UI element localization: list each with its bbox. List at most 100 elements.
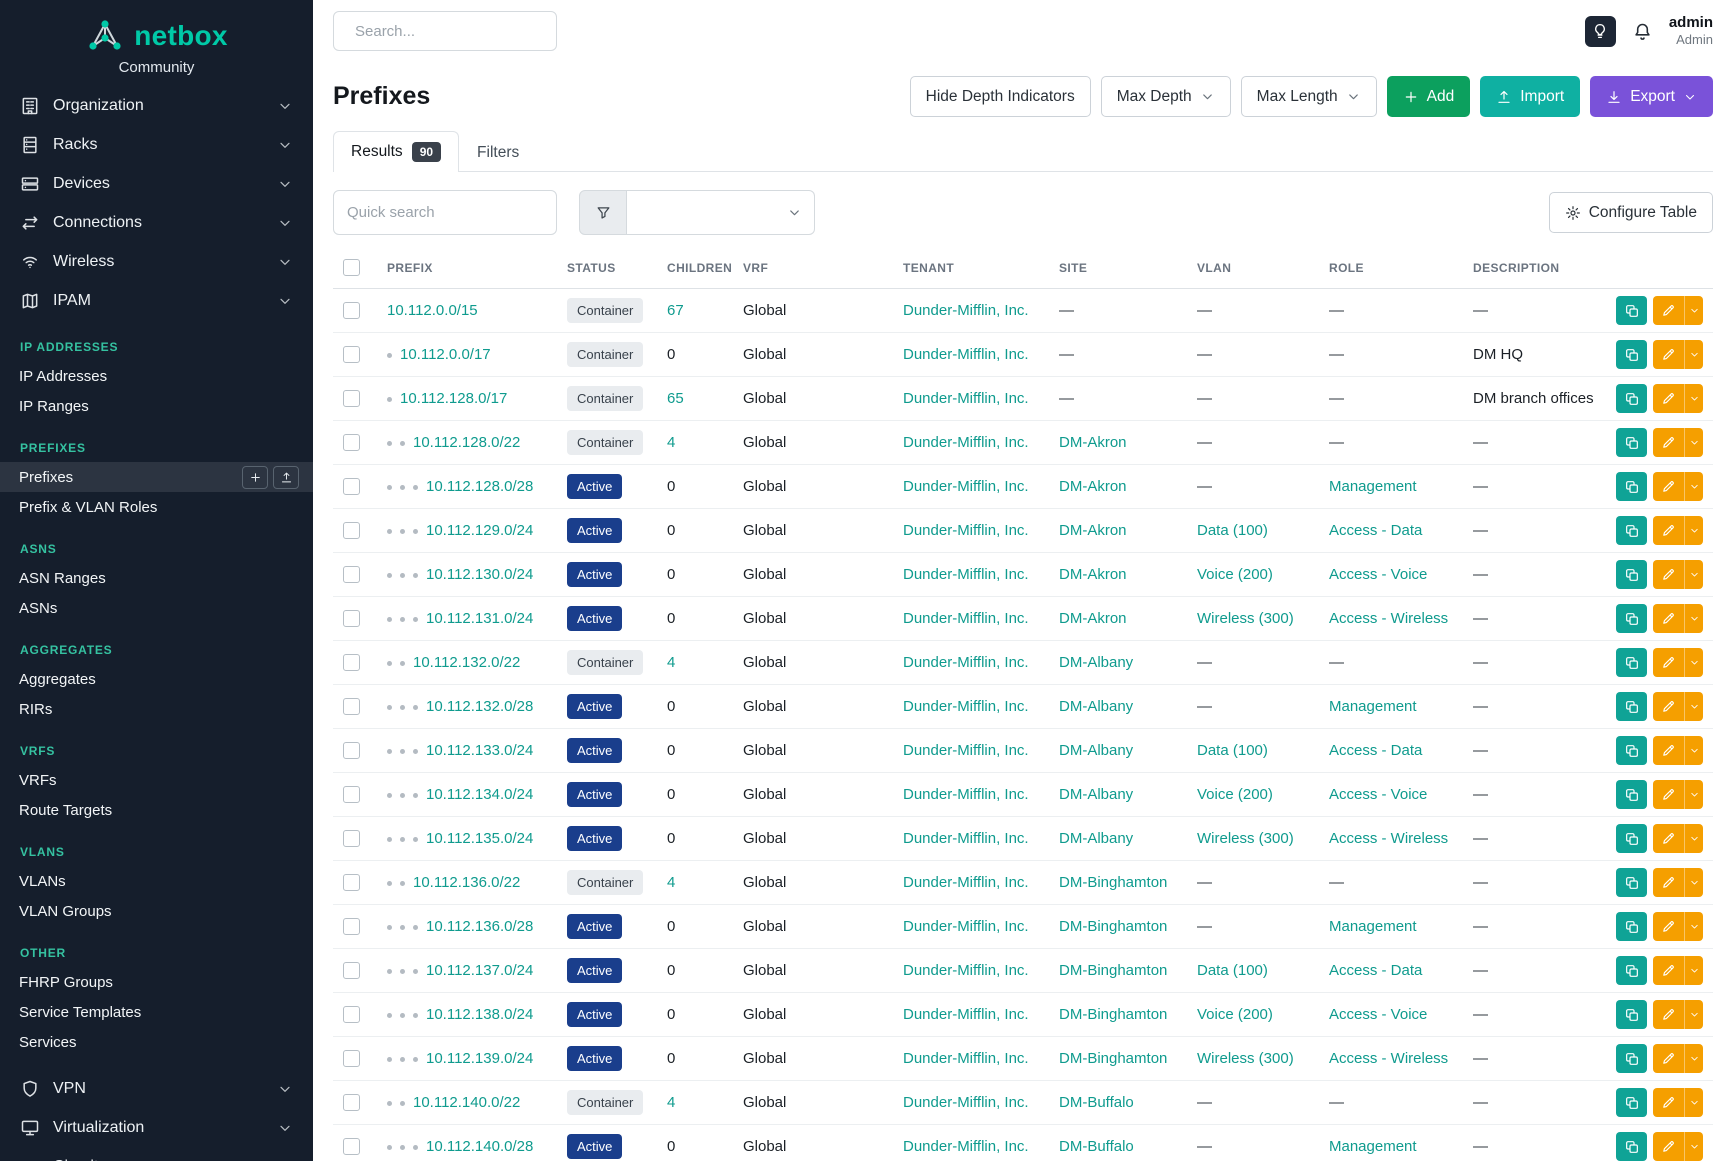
sidebar-item-ipam[interactable]: IPAM	[0, 281, 313, 320]
site-link[interactable]: DM-Akron	[1059, 610, 1127, 627]
edit-button[interactable]	[1653, 384, 1684, 413]
role-link[interactable]: Access - Data	[1329, 962, 1422, 979]
theme-toggle-button[interactable]	[1585, 16, 1616, 47]
sidebar-item-devices[interactable]: Devices	[0, 164, 313, 203]
edit-button[interactable]	[1653, 912, 1684, 941]
max-depth-dropdown[interactable]: Max Depth	[1101, 76, 1231, 117]
prefix-link[interactable]: 10.112.131.0/24	[426, 610, 533, 627]
sidebar-item-vlans[interactable]: VLANs	[0, 866, 313, 896]
add-button[interactable]: Add	[1387, 76, 1471, 117]
max-length-dropdown[interactable]: Max Length	[1241, 76, 1377, 117]
sidebar-item-fhrp-groups[interactable]: FHRP Groups	[0, 967, 313, 997]
prefix-link[interactable]: 10.112.130.0/24	[426, 566, 533, 583]
copy-button[interactable]	[1616, 1044, 1647, 1073]
tenant-link[interactable]: Dunder-Mifflin, Inc.	[903, 830, 1029, 847]
site-link[interactable]: DM-Albany	[1059, 698, 1133, 715]
sidebar-item-route-targets[interactable]: Route Targets	[0, 795, 313, 825]
copy-button[interactable]	[1616, 736, 1647, 765]
column-header-site[interactable]: SITE	[1049, 247, 1187, 289]
row-checkbox[interactable]	[343, 610, 360, 627]
edit-button[interactable]	[1653, 1088, 1684, 1117]
tenant-link[interactable]: Dunder-Mifflin, Inc.	[903, 962, 1029, 979]
children-count-link[interactable]: 65	[667, 390, 684, 407]
global-search[interactable]	[333, 11, 557, 51]
copy-button[interactable]	[1616, 384, 1647, 413]
tenant-link[interactable]: Dunder-Mifflin, Inc.	[903, 874, 1029, 891]
edit-dropdown-button[interactable]	[1684, 1088, 1703, 1117]
prefix-link[interactable]: 10.112.0.0/17	[400, 346, 491, 363]
row-checkbox[interactable]	[343, 918, 360, 935]
edit-dropdown-button[interactable]	[1684, 472, 1703, 501]
row-checkbox[interactable]	[343, 1138, 360, 1155]
prefix-link[interactable]: 10.112.137.0/24	[426, 962, 533, 979]
edit-dropdown-button[interactable]	[1684, 1000, 1703, 1029]
site-link[interactable]: DM-Akron	[1059, 434, 1127, 451]
copy-button[interactable]	[1616, 428, 1647, 457]
site-link[interactable]: DM-Albany	[1059, 786, 1133, 803]
tenant-link[interactable]: Dunder-Mifflin, Inc.	[903, 1138, 1029, 1155]
row-checkbox[interactable]	[343, 874, 360, 891]
role-link[interactable]: Access - Wireless	[1329, 1050, 1448, 1067]
vlan-link[interactable]: Data (100)	[1197, 742, 1268, 759]
prefix-link[interactable]: 10.112.128.0/22	[413, 434, 520, 451]
notifications-bell-icon[interactable]	[1632, 21, 1653, 42]
copy-button[interactable]	[1616, 956, 1647, 985]
sidebar-item-services[interactable]: Services	[0, 1027, 313, 1057]
column-header-vlan[interactable]: VLAN	[1187, 247, 1319, 289]
role-link[interactable]: Management	[1329, 918, 1417, 935]
filter-button[interactable]	[579, 190, 627, 235]
row-checkbox[interactable]	[343, 1094, 360, 1111]
edit-dropdown-button[interactable]	[1684, 428, 1703, 457]
edit-button[interactable]	[1653, 340, 1684, 369]
row-checkbox[interactable]	[343, 1006, 360, 1023]
tenant-link[interactable]: Dunder-Mifflin, Inc.	[903, 918, 1029, 935]
edit-dropdown-button[interactable]	[1684, 868, 1703, 897]
copy-button[interactable]	[1616, 560, 1647, 589]
tenant-link[interactable]: Dunder-Mifflin, Inc.	[903, 346, 1029, 363]
role-link[interactable]: Management	[1329, 478, 1417, 495]
sidebar-item-prefix-vlan-roles[interactable]: Prefix & VLAN Roles	[0, 492, 313, 522]
edit-dropdown-button[interactable]	[1684, 560, 1703, 589]
column-header-role[interactable]: ROLE	[1319, 247, 1463, 289]
sidebar-item-racks[interactable]: Racks	[0, 125, 313, 164]
tenant-link[interactable]: Dunder-Mifflin, Inc.	[903, 610, 1029, 627]
prefix-link[interactable]: 10.112.138.0/24	[426, 1006, 533, 1023]
role-link[interactable]: Access - Data	[1329, 742, 1422, 759]
site-link[interactable]: DM-Albany	[1059, 654, 1133, 671]
tenant-link[interactable]: Dunder-Mifflin, Inc.	[903, 1094, 1029, 1111]
site-link[interactable]: DM-Binghamton	[1059, 962, 1167, 979]
row-checkbox[interactable]	[343, 434, 360, 451]
vlan-link[interactable]: Voice (200)	[1197, 1006, 1273, 1023]
copy-button[interactable]	[1616, 824, 1647, 853]
prefix-link[interactable]: 10.112.129.0/24	[426, 522, 533, 539]
edit-button[interactable]	[1653, 560, 1684, 589]
site-link[interactable]: DM-Buffalo	[1059, 1138, 1134, 1155]
copy-button[interactable]	[1616, 692, 1647, 721]
edit-dropdown-button[interactable]	[1684, 1132, 1703, 1161]
edit-button[interactable]	[1653, 1044, 1684, 1073]
tenant-link[interactable]: Dunder-Mifflin, Inc.	[903, 786, 1029, 803]
children-count-link[interactable]: 4	[667, 434, 675, 451]
row-checkbox[interactable]	[343, 962, 360, 979]
row-checkbox[interactable]	[343, 522, 360, 539]
edit-button[interactable]	[1653, 1000, 1684, 1029]
tenant-link[interactable]: Dunder-Mifflin, Inc.	[903, 742, 1029, 759]
column-header-children[interactable]: CHILDREN	[657, 247, 733, 289]
prefix-link[interactable]: 10.112.140.0/22	[413, 1094, 520, 1111]
hide-depth-indicators-button[interactable]: Hide Depth Indicators	[910, 76, 1091, 117]
sidebar-item-ip-ranges[interactable]: IP Ranges	[0, 391, 313, 421]
copy-button[interactable]	[1616, 296, 1647, 325]
copy-button[interactable]	[1616, 516, 1647, 545]
sidebar-item-connections[interactable]: Connections	[0, 203, 313, 242]
edit-dropdown-button[interactable]	[1684, 516, 1703, 545]
edit-dropdown-button[interactable]	[1684, 736, 1703, 765]
site-link[interactable]: DM-Albany	[1059, 742, 1133, 759]
edit-button[interactable]	[1653, 296, 1684, 325]
edit-dropdown-button[interactable]	[1684, 912, 1703, 941]
tenant-link[interactable]: Dunder-Mifflin, Inc.	[903, 1050, 1029, 1067]
tab-results[interactable]: Results 90	[333, 131, 459, 172]
column-header-status[interactable]: STATUS	[557, 247, 657, 289]
sidebar-item-organization[interactable]: Organization	[0, 86, 313, 125]
row-checkbox[interactable]	[343, 390, 360, 407]
edit-button[interactable]	[1653, 604, 1684, 633]
